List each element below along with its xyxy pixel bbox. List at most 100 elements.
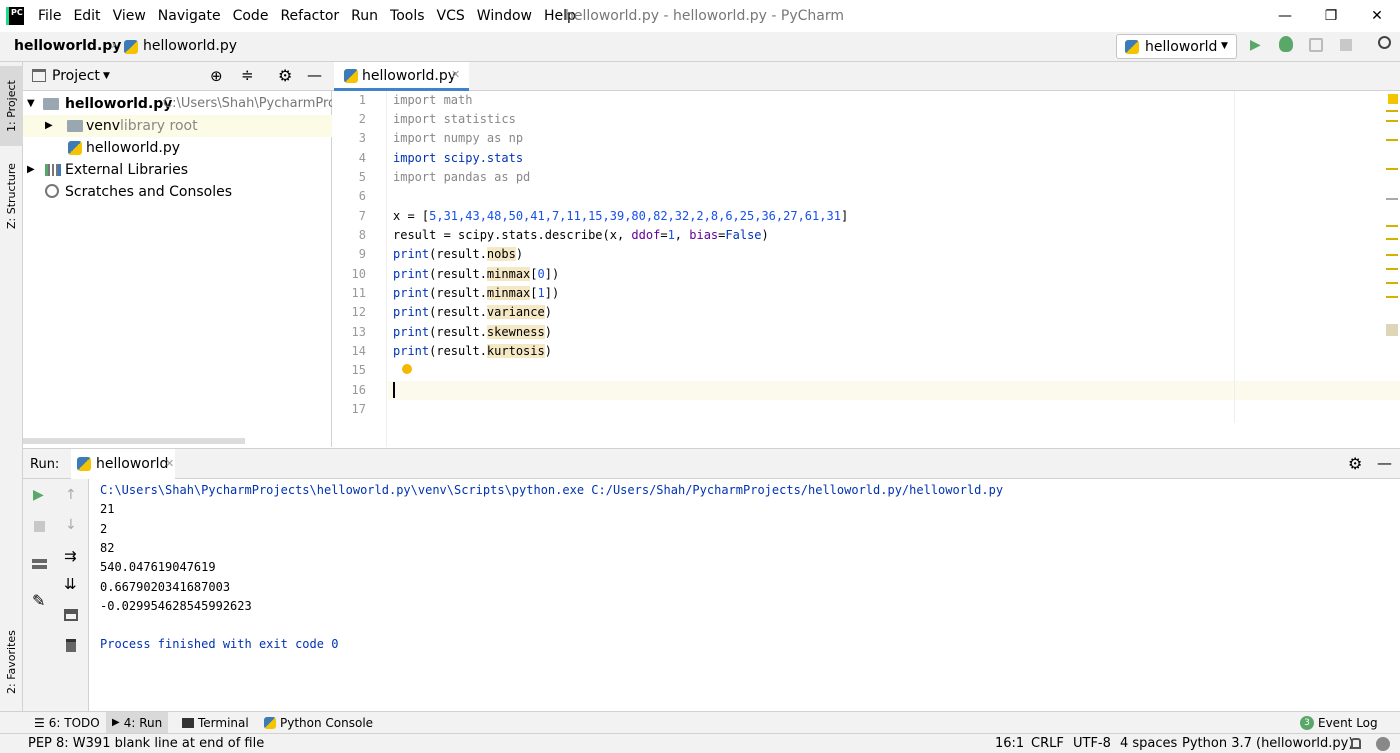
expand-arrow-icon[interactable]: ▼ [27,93,35,115]
close-window-button[interactable]: ✕ [1354,0,1400,32]
project-panel-title[interactable]: Project [52,68,100,84]
line-separator[interactable]: CRLF [1031,736,1064,751]
minimize-button[interactable]: — [1262,0,1308,32]
scratches-icon [45,184,59,198]
indent-setting[interactable]: 4 spaces [1120,736,1177,751]
gear-icon[interactable]: ⚙ [1348,454,1362,473]
tab-todo[interactable]: ☰ 6: TODO [28,712,106,734]
run-tab[interactable]: helloworld ✕ [71,449,175,479]
interpreter-selector[interactable]: Python 3.7 (helloworld.py) [1182,736,1353,751]
collapse-all-icon[interactable]: ≑ [241,66,254,84]
file-encoding[interactable]: UTF-8 [1073,736,1111,751]
menu-navigate[interactable]: Navigate [152,0,227,32]
code-area[interactable]: import math import statistics import num… [388,91,1400,447]
inspection-status-icon[interactable] [1388,94,1398,104]
breadcrumb-file[interactable]: helloworld.py [143,38,237,54]
tab-python-console[interactable]: Python Console [258,712,379,734]
event-log-button[interactable]: 3 Event Log [1294,712,1384,734]
line-number: 7 [358,209,366,223]
locate-icon[interactable]: ⊕ [210,67,223,85]
down-arrow-icon[interactable]: ↓ [65,517,77,533]
menu-tools[interactable]: Tools [384,0,431,32]
rerun-icon[interactable]: ▶ [33,487,44,503]
breadcrumb-project[interactable]: helloworld.py [14,38,121,54]
tree-item-project-root[interactable]: ▼ helloworld.py C:\Users\Shah\PycharmPro… [23,93,332,115]
menu-code[interactable]: Code [227,0,275,32]
print-icon[interactable] [64,609,78,621]
project-panel-header: Project ▼ ⊕ ≑ ⚙ — [23,62,332,91]
menu-run[interactable]: Run [345,0,384,32]
error-stripe-marker[interactable] [1386,254,1398,256]
right-margin-guide [1234,91,1235,423]
line-number: 8 [358,228,366,242]
debug-icon[interactable] [1279,36,1293,52]
error-stripe-marker[interactable] [1386,238,1398,240]
lock-icon[interactable] [1351,738,1361,749]
tab-structure[interactable]: Z: Structure [0,156,23,236]
scroll-to-end-icon[interactable]: ⇊ [64,575,77,593]
error-stripe-marker[interactable] [1386,198,1398,200]
menu-vcs[interactable]: VCS [431,0,471,32]
expand-arrow-icon[interactable]: ▶ [27,159,35,181]
editor-tab[interactable]: helloworld.py ✕ [334,62,469,91]
error-stripe-marker[interactable] [1386,282,1398,284]
tree-item-venv[interactable]: ▶ venv library root [23,115,332,137]
hide-icon[interactable]: — [307,66,322,84]
tab-project[interactable]: 1: Project [0,66,23,146]
tree-item-external-libraries[interactable]: ▶ External Libraries [23,159,332,181]
console-output-line: 21 [100,502,115,516]
inspector-icon[interactable] [1376,737,1390,751]
menu-view[interactable]: View [107,0,152,32]
chevron-down-icon[interactable]: ▼ [103,71,110,81]
caret-position[interactable]: 16:1 [995,736,1024,751]
text-cursor [393,382,395,398]
tab-favorites[interactable]: 2: Favorites [0,622,23,702]
tab-terminal[interactable]: Terminal [176,712,255,734]
line-number: 4 [358,151,366,165]
tab-python-console-label: Python Console [280,716,374,730]
error-stripe-marker[interactable] [1386,225,1398,227]
status-message[interactable]: PEP 8: W391 blank line at end of file [28,736,264,751]
menu-edit[interactable]: Edit [67,0,106,32]
error-stripe-marker[interactable] [1386,120,1398,122]
layout-icon[interactable] [32,559,47,569]
gear-icon[interactable]: ⚙ [278,66,292,85]
error-stripe-marker[interactable] [1386,296,1398,298]
error-stripe-marker[interactable] [1386,168,1398,170]
window-title: helloworld.py - helloworld.py - PyCharm [565,8,845,24]
scroll-thumb[interactable] [1386,324,1398,336]
line-number: 17 [351,402,366,416]
up-arrow-icon[interactable]: ↑ [65,487,77,503]
lightbulb-icon[interactable] [402,364,412,374]
horizontal-scrollbar[interactable] [23,438,245,444]
expand-arrow-icon[interactable]: ▶ [45,115,53,137]
error-stripe-marker[interactable] [1386,268,1398,270]
coverage-icon[interactable] [1309,38,1323,52]
tab-run-label: 4: Run [123,715,163,730]
error-stripe-marker[interactable] [1386,139,1398,141]
tree-item-scratches[interactable]: Scratches and Consoles [23,181,332,203]
run-icon[interactable]: ▶ [1250,37,1261,53]
error-stripe-marker[interactable] [1386,110,1398,112]
search-icon[interactable] [1378,36,1391,49]
navigation-bar: helloworld.py › helloworld.py helloworld… [0,32,1400,62]
restore-button[interactable]: ❐ [1308,0,1354,32]
hide-icon[interactable]: — [1377,454,1392,472]
tree-item-file[interactable]: helloworld.py [23,137,332,159]
menu-window[interactable]: Window [471,0,538,32]
pin-icon[interactable]: ✎ [32,591,45,610]
line-number: 11 [351,286,366,300]
line-number: 6 [358,189,366,203]
tree-item-label: helloworld.py [65,96,173,112]
close-tab-icon[interactable]: ✕ [165,457,174,470]
close-tab-icon[interactable]: ✕ [451,68,460,81]
menu-refactor[interactable]: Refactor [274,0,345,32]
left-tool-strip: 1: Project Z: Structure 2: Favorites [0,62,23,712]
trash-icon[interactable] [66,639,76,652]
stop-icon[interactable] [1340,39,1352,51]
menu-file[interactable]: File [32,0,67,32]
run-config-select[interactable]: helloworld ▼ [1116,34,1237,59]
tab-run[interactable]: ▶ 4: Run [106,712,169,733]
stop-icon[interactable] [34,521,45,532]
soft-wrap-icon[interactable]: ⇉ [64,547,77,565]
